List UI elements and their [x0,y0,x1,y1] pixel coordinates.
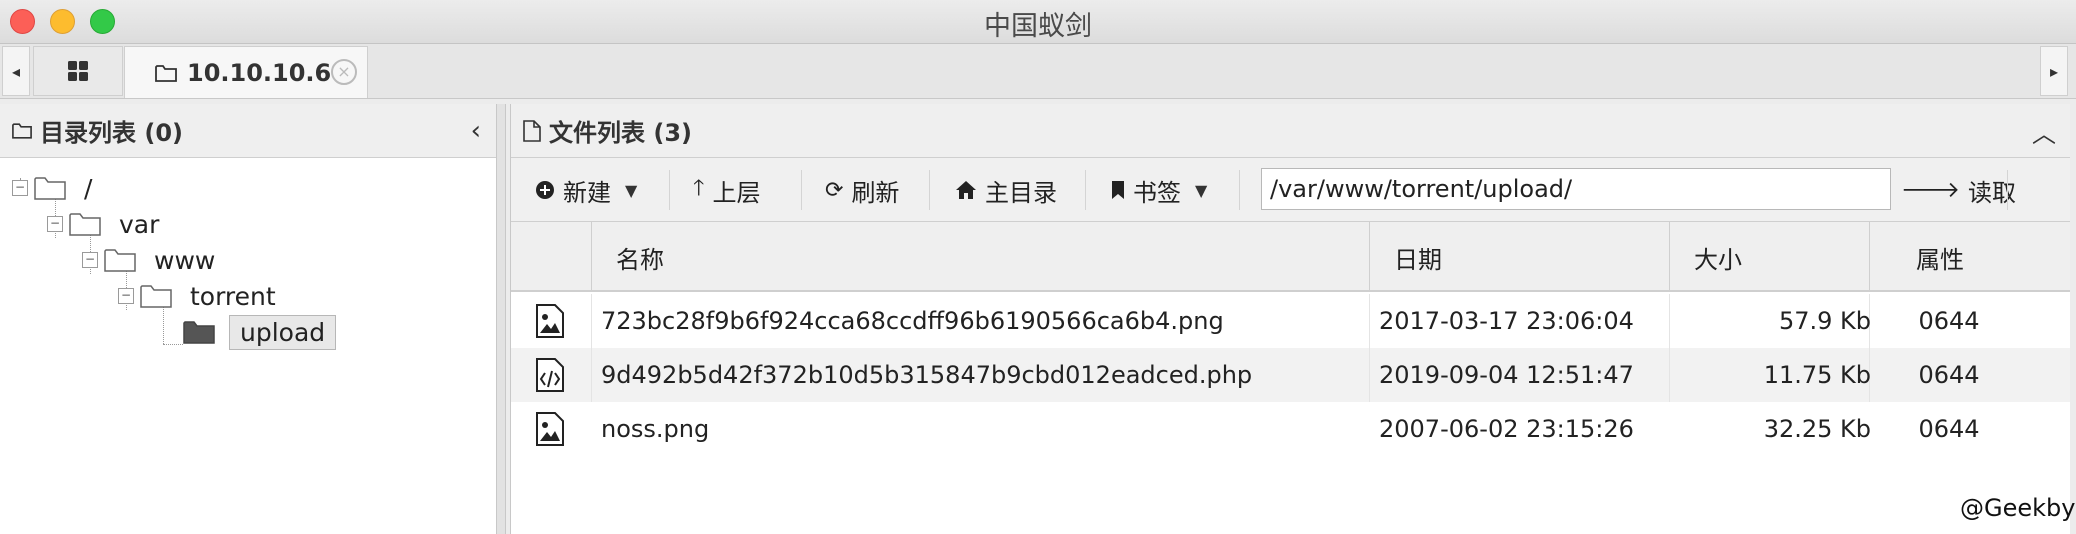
watermark-text: @Geekby [1960,494,2076,522]
code-file-icon [536,358,564,392]
tree-item-var[interactable]: − var [47,204,163,244]
image-file-icon [536,304,564,338]
toolbar-divider [929,170,930,210]
table-row[interactable]: noss.png 2007-06-02 23:15:26 32.25 Kb 06… [511,402,2070,456]
up-directory-label: 上层 [712,178,761,207]
folder-icon [155,64,177,82]
home-icon [956,181,976,199]
tab-home[interactable] [33,46,123,96]
caret-down-icon: ▼ [625,180,638,200]
collapse-toggle-icon[interactable]: − [82,252,98,268]
home-directory-button[interactable]: 主目录 [955,168,1057,212]
file-size: 32.25 Kb [1763,415,1871,443]
close-tab-icon[interactable]: × [331,59,357,85]
file-icon [523,119,541,142]
directory-panel-header: 目录列表 (0) ‹ [0,104,499,158]
folder-filled-icon [183,321,215,344]
tree-item-upload[interactable]: upload [183,312,337,352]
file-toolbar: 新建 ▼ 🡑 上层 ⟳ 刷新 主目录 书签 ▼ /var/www/torrent… [511,158,2070,222]
collapse-panel-icon[interactable]: ‹ [471,116,481,146]
column-divider [1369,348,1370,402]
home-directory-label: 主目录 [985,178,1057,207]
folder-icon [140,285,172,308]
plus-circle-icon [536,181,554,199]
folder-icon [12,123,32,139]
column-header-date[interactable]: 日期 [1369,222,1669,292]
tab-connection[interactable]: 10.10.10.6 × [124,46,368,98]
read-path-label: 读取 [1968,178,2016,207]
up-directory-button[interactable]: 🡑 上层 [693,168,760,212]
tab-connection-label: 10.10.10.6 [187,58,332,87]
tree-connector [163,344,183,345]
file-permission: 0644 [1918,307,1980,335]
toolbar-divider [669,170,670,210]
file-panel: 文件列表 (3) ︿ 新建 ▼ 🡑 上层 ⟳ 刷新 主目录 书签 ▼ /var/… [510,104,2070,534]
read-path-button[interactable]: 🡒 读取 [1901,168,2016,212]
file-permission: 0644 [1918,415,1980,443]
tab-scroll-left-button[interactable]: ◂ [2,46,30,96]
tab-bar: ◂ 10.10.10.6 × ▸ [0,44,2076,99]
collapse-toggle-icon[interactable]: − [47,216,63,232]
image-file-icon [536,412,564,446]
directory-panel-title: 目录列表 (0) [40,119,183,147]
column-header-perm[interactable]: 属性 [1869,222,2071,292]
arrow-up-icon: 🡑 [693,176,705,201]
file-grid-header: 名称 日期 大小 属性 [511,222,2070,292]
file-permission: 0644 [1918,361,1980,389]
column-header-name[interactable]: 名称 [591,222,1379,292]
column-header-icon [511,222,591,292]
collapse-panel-icon[interactable]: ︿ [2032,114,2056,149]
refresh-label: 刷新 [851,178,900,207]
bookmark-label: 书签 [1133,178,1181,207]
tree-item-www[interactable]: − www [82,240,219,280]
collapse-toggle-icon[interactable]: − [118,288,134,304]
file-size: 57.9 Kb [1778,307,1871,335]
grid-icon [68,61,88,81]
table-row[interactable]: 723bc28f9b6f924cca68ccdff96b6190566ca6b4… [511,294,2070,348]
new-button[interactable]: 新建 ▼ [535,168,637,212]
file-name: 723bc28f9b6f924cca68ccdff96b6190566ca6b4… [601,307,1224,335]
toolbar-divider [801,170,802,210]
collapse-toggle-icon[interactable]: − [12,180,28,196]
tree-item-label: / [84,173,93,203]
file-name: 9d492b5d42f372b10d5b315847b9cbd012eadced… [601,361,1253,389]
panel-splitter[interactable] [496,104,506,534]
folder-icon [69,213,101,236]
file-panel-header: 文件列表 (3) ︿ [511,104,2070,158]
file-size: 11.75 Kb [1763,361,1871,389]
caret-down-icon: ▼ [1195,180,1208,200]
tree-item-label: upload [229,314,337,350]
new-button-label: 新建 [563,178,611,207]
column-divider [591,294,592,348]
table-row[interactable]: 9d492b5d42f372b10d5b315847b9cbd012eadced… [511,348,2070,402]
file-panel-title: 文件列表 (3) [549,119,692,147]
bookmark-button[interactable]: 书签 ▼ [1111,168,1207,212]
tab-scroll-right-button[interactable]: ▸ [2040,46,2068,96]
bookmark-icon [1112,181,1124,199]
tree-item-label: torrent [190,281,276,311]
column-divider [1369,294,1370,348]
refresh-button[interactable]: ⟳ 刷新 [825,168,899,212]
tree-item-torrent[interactable]: − torrent [118,276,280,316]
tree-item-root[interactable]: − / [12,168,96,208]
toolbar-divider [1239,170,1240,210]
tree-item-label: www [154,245,216,275]
file-name: noss.png [601,415,710,443]
column-divider [591,348,592,402]
column-header-size[interactable]: 大小 [1669,222,1869,292]
tree-item-label: var [119,209,160,239]
toolbar-divider [2007,170,2008,210]
arrow-right-icon: 🡒 [1901,178,1960,203]
path-input[interactable] [1261,168,1891,210]
folder-icon [104,249,136,272]
toolbar-divider [1085,170,1086,210]
directory-panel: 目录列表 (0) ‹ − / − var − www − torrent upl… [0,104,500,534]
refresh-icon: ⟳ [825,177,844,203]
title-bar: 中国蚁剑 [0,0,2076,44]
folder-icon [34,177,66,200]
window-title: 中国蚁剑 [984,11,1092,42]
